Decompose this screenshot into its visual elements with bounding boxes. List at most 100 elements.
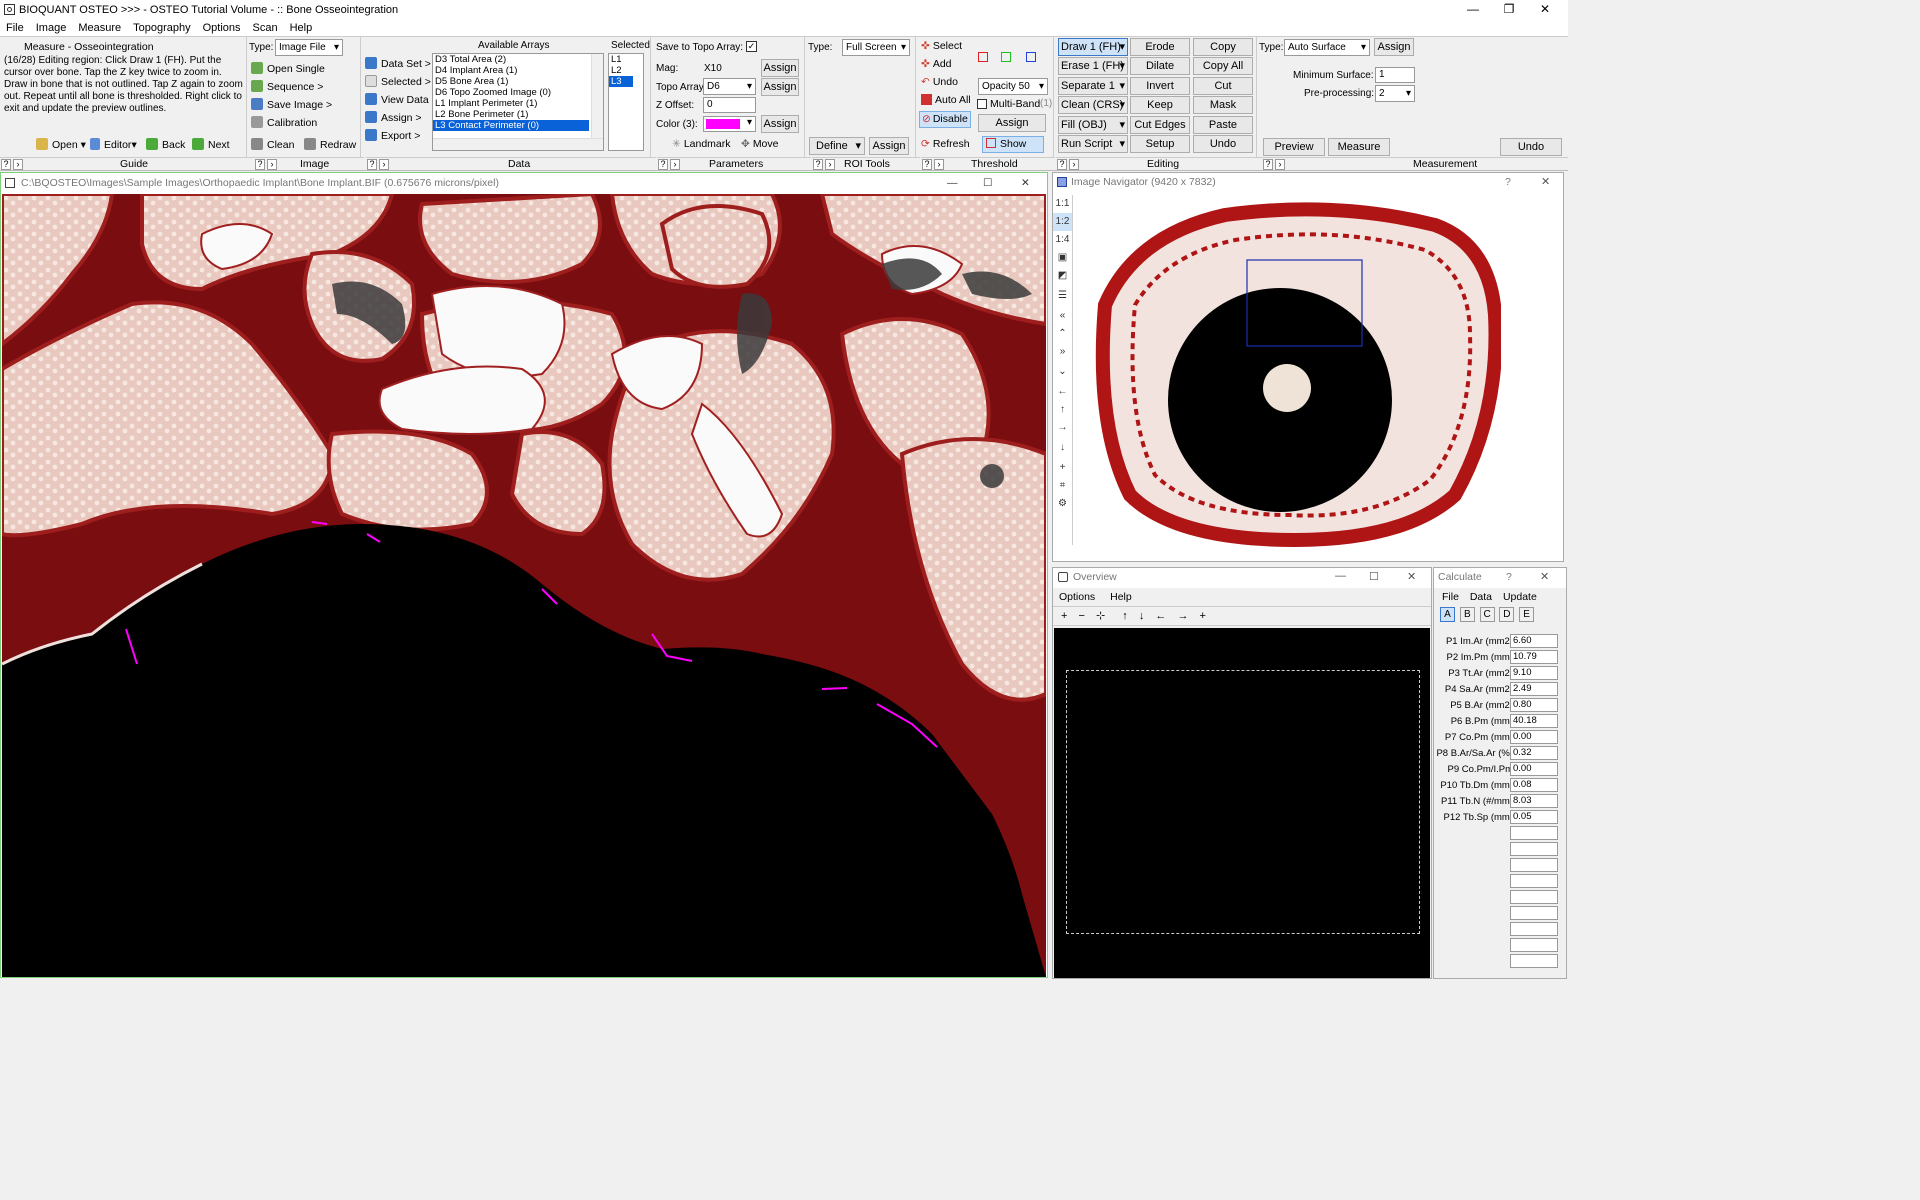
move-button[interactable]: ✥ Move bbox=[741, 138, 779, 150]
threshold-add-button[interactable]: ✜ Add bbox=[921, 58, 952, 70]
open-single-button[interactable]: Open Single bbox=[251, 62, 325, 75]
pan-right-icon[interactable]: → bbox=[1177, 610, 1188, 622]
help-icon[interactable]: ? bbox=[813, 159, 823, 170]
selected-arrays-list[interactable]: L1 L2 L3 bbox=[608, 53, 644, 151]
list-item[interactable]: L2 bbox=[609, 65, 643, 76]
restore-icon[interactable]: ❐ bbox=[1491, 0, 1527, 19]
calibration-button[interactable]: Calibration bbox=[251, 116, 317, 129]
list-hscrollbar[interactable] bbox=[433, 138, 603, 150]
navigator-thumbnail[interactable] bbox=[1075, 195, 1501, 547]
add-icon[interactable]: + bbox=[1200, 610, 1206, 622]
close-icon[interactable]: ✕ bbox=[1527, 0, 1563, 19]
list-item[interactable]: L1 bbox=[609, 54, 643, 65]
measure-undo-button[interactable]: Undo bbox=[1500, 138, 1562, 156]
minimize-icon[interactable]: — bbox=[1455, 0, 1491, 19]
overview-menu-options[interactable]: Options bbox=[1059, 591, 1095, 603]
help-icon[interactable]: ? bbox=[367, 159, 377, 170]
double-left-icon[interactable]: « bbox=[1053, 307, 1072, 325]
invert-button[interactable]: Invert bbox=[1130, 77, 1190, 95]
green-channel-box[interactable] bbox=[1001, 52, 1011, 62]
help-icon[interactable]: ? bbox=[1505, 176, 1511, 188]
preproc-select[interactable]: 2 bbox=[1375, 85, 1415, 102]
selected-button[interactable]: Selected > bbox=[365, 75, 431, 88]
help-icon[interactable]: ? bbox=[1506, 571, 1512, 583]
zoom-1-1[interactable]: 1:1 bbox=[1053, 195, 1072, 213]
zoom-1-2[interactable]: 1:2 bbox=[1053, 213, 1072, 231]
help-icon[interactable]: ? bbox=[922, 159, 932, 170]
help-icon[interactable]: ? bbox=[658, 159, 668, 170]
keep-button[interactable]: Keep bbox=[1130, 96, 1190, 114]
assign-mag-button[interactable]: Assign bbox=[761, 59, 799, 77]
erode-button[interactable]: Erode bbox=[1130, 38, 1190, 56]
copy-all-button[interactable]: Copy All bbox=[1193, 57, 1253, 75]
disable-button[interactable]: ⊘ Disable bbox=[919, 111, 971, 128]
topo-array-select[interactable]: D6 bbox=[703, 78, 756, 95]
zoom-out-icon[interactable]: − bbox=[1079, 610, 1085, 622]
crop-icon[interactable]: ⌗ bbox=[1053, 477, 1072, 495]
min-surface-input[interactable]: 1 bbox=[1375, 67, 1415, 83]
save-topo-checkbox[interactable]: ✓ bbox=[746, 41, 757, 52]
double-down-icon[interactable]: ⌄ bbox=[1053, 361, 1072, 383]
list-item-selected[interactable]: L3 Contact Perimeter (0) bbox=[433, 120, 589, 131]
editing-undo-button[interactable]: Undo bbox=[1193, 135, 1253, 153]
color-icon[interactable]: ◩ bbox=[1053, 267, 1072, 285]
list-item-selected[interactable]: L3 bbox=[609, 76, 633, 87]
clean-crs-button[interactable]: Clean (CRS) ▾ bbox=[1058, 96, 1128, 114]
tab-a[interactable]: A bbox=[1440, 607, 1455, 622]
fill-obj-button[interactable]: Fill (OBJ) ▾ bbox=[1058, 116, 1128, 134]
tab-d[interactable]: D bbox=[1499, 607, 1515, 622]
image-type-select[interactable]: Image File bbox=[275, 39, 343, 56]
assign-color-button[interactable]: Assign bbox=[761, 115, 799, 133]
draw-1-button[interactable]: Draw 1 (FH) ▾ bbox=[1058, 38, 1128, 56]
menu-help[interactable]: Help bbox=[284, 22, 319, 34]
fit-icon[interactable]: ▣ bbox=[1053, 249, 1072, 267]
redraw-button[interactable]: Redraw bbox=[304, 138, 356, 151]
list-item[interactable]: D6 Topo Zoomed Image (0) bbox=[433, 87, 603, 98]
refresh-button[interactable]: ⟳ Refresh bbox=[921, 138, 970, 150]
landmark-button[interactable]: ✳ Landmark bbox=[672, 138, 731, 150]
roi-assign-button[interactable]: Assign bbox=[869, 137, 909, 155]
fit-icon[interactable]: ⊹ bbox=[1096, 610, 1105, 622]
close-icon[interactable]: ✕ bbox=[1021, 173, 1030, 193]
pan-left-icon[interactable]: ← bbox=[1155, 610, 1166, 622]
pan-down-icon[interactable]: ↓ bbox=[1139, 610, 1145, 622]
expand-icon[interactable]: › bbox=[379, 159, 389, 170]
multi-band-checkbox[interactable] bbox=[977, 99, 987, 109]
calc-menu-data[interactable]: Data bbox=[1470, 591, 1492, 603]
list-item[interactable]: D3 Total Area (2) bbox=[433, 54, 603, 65]
measure-type-select[interactable]: Auto Surface bbox=[1284, 39, 1370, 56]
export-button[interactable]: Export > bbox=[365, 129, 420, 142]
menu-file[interactable]: File bbox=[0, 22, 30, 34]
close-icon[interactable]: ✕ bbox=[1540, 570, 1549, 583]
menu-image[interactable]: Image bbox=[30, 22, 73, 34]
list-item[interactable]: L1 Implant Perimeter (1) bbox=[433, 98, 603, 109]
color-swatch-select[interactable]: ▾ bbox=[703, 116, 756, 132]
roi-type-select[interactable]: Full Screen bbox=[842, 39, 910, 56]
double-up-icon[interactable]: ⌃ bbox=[1053, 325, 1072, 343]
erase-1-button[interactable]: Erase 1 (FH) ▾ bbox=[1058, 57, 1128, 75]
menu-topography[interactable]: Topography bbox=[127, 22, 197, 34]
available-arrays-list[interactable]: D3 Total Area (2) D4 Implant Area (1) D5… bbox=[432, 53, 604, 151]
arrow-right-icon[interactable]: → bbox=[1053, 419, 1072, 437]
close-icon[interactable]: ✕ bbox=[1407, 570, 1416, 583]
red-channel-box[interactable] bbox=[978, 52, 988, 62]
assign-topo-button[interactable]: Assign bbox=[761, 78, 799, 96]
view-data-button[interactable]: View Data > bbox=[365, 93, 438, 106]
minimize-icon[interactable]: — bbox=[947, 173, 958, 193]
maximize-icon[interactable]: ☐ bbox=[1369, 570, 1379, 583]
calc-menu-update[interactable]: Update bbox=[1503, 591, 1537, 603]
define-button[interactable]: Define ▾ bbox=[809, 137, 865, 155]
open-button[interactable]: Open ▾ bbox=[36, 138, 86, 151]
back-button[interactable]: Back bbox=[146, 138, 185, 151]
zoom-1-4[interactable]: 1:4 bbox=[1053, 231, 1072, 249]
list-scrollbar[interactable] bbox=[591, 54, 603, 138]
measure-button[interactable]: Measure bbox=[1328, 138, 1390, 156]
menu-icon[interactable]: ☰ bbox=[1053, 285, 1072, 307]
menu-scan[interactable]: Scan bbox=[247, 22, 284, 34]
auto-all-button[interactable]: Auto All bbox=[921, 94, 971, 106]
zoom-in-icon[interactable]: + bbox=[1061, 610, 1067, 622]
run-script-button[interactable]: Run Script ▾ bbox=[1058, 135, 1128, 153]
list-item[interactable]: D4 Implant Area (1) bbox=[433, 65, 603, 76]
paste-button[interactable]: Paste bbox=[1193, 116, 1253, 134]
arrow-down-icon[interactable]: ↓ bbox=[1053, 437, 1072, 459]
